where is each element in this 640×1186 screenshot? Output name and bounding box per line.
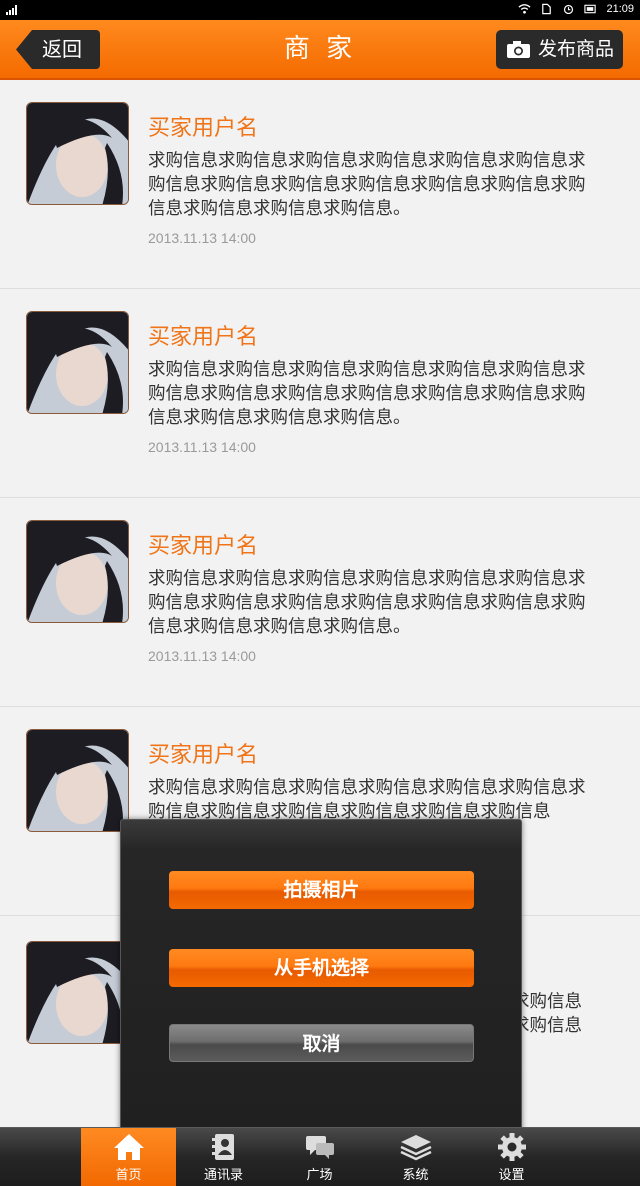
list-item[interactable]: 买家用户名 求购信息求购信息求购信息求购信息求购信息求购信息求购信息求购信息求购…	[0, 289, 640, 498]
buyer-name: 买家用户名	[148, 743, 259, 768]
timestamp: 2013.11.13 14:00	[148, 439, 256, 455]
cancel-button[interactable]: 取消	[169, 1024, 474, 1062]
choose-from-phone-button[interactable]: 从手机选择	[169, 949, 474, 987]
layers-icon	[399, 1135, 432, 1161]
battery-icon	[584, 4, 597, 14]
buyer-name: 买家用户名	[148, 534, 259, 559]
chat-bubbles-icon	[305, 1136, 334, 1159]
tab-system[interactable]: 系统	[368, 1128, 463, 1186]
take-photo-button[interactable]: 拍摄相片	[169, 871, 474, 909]
timestamp: 2013.11.13 14:00	[148, 648, 256, 664]
tab-label: 首页	[115, 1168, 142, 1183]
tab-square[interactable]: 广场	[272, 1128, 367, 1186]
home-icon	[113, 1134, 144, 1160]
request-message: 求购信息求购信息求购信息求购信息求购信息求购信息求购信息求购信息求购信息求购信息…	[148, 778, 586, 822]
alarm-icon	[564, 4, 574, 15]
tab-contacts[interactable]: 通讯录	[176, 1128, 271, 1186]
tab-home[interactable]: 首页	[81, 1128, 176, 1186]
camera-icon	[507, 41, 530, 58]
request-message: 求购信息求购信息求购信息求购信息求购信息求购信息求购信息求购信息求购信息求购信息…	[148, 360, 586, 428]
timestamp: 2013.11.13 14:00	[148, 230, 256, 246]
photo-source-dialog: 拍摄相片 从手机选择 取消	[120, 819, 522, 1139]
avatar	[26, 102, 129, 205]
list-item[interactable]: 买家用户名 求购信息求购信息求购信息求购信息求购信息求购信息求购信息求购信息求购…	[0, 498, 640, 707]
tab-label: 通讯录	[203, 1168, 243, 1183]
contacts-icon	[211, 1134, 234, 1160]
status-bar: 21:09	[0, 0, 640, 20]
buyer-name: 买家用户名	[148, 116, 259, 141]
tab-label: 系统	[402, 1168, 429, 1183]
avatar	[26, 311, 129, 414]
publish-product-button[interactable]: 发布商品	[496, 30, 623, 69]
publish-product-label: 发布商品	[538, 38, 615, 60]
list-item[interactable]: 买家用户名 求购信息求购信息求购信息求购信息求购信息求购信息求购信息求购信息求购…	[0, 80, 640, 289]
buyer-name: 买家用户名	[148, 325, 259, 350]
sim-icon	[542, 3, 552, 15]
bottom-tab-bar: 首页 通讯录 广场 系统 设置	[0, 1127, 640, 1186]
request-message: 求购信息求购信息求购信息求购信息求购信息求购信息求购信息求购信息求购信息求购信息…	[148, 569, 586, 637]
request-message: 求购信息求购信息求购信息求购信息求购信息求购信息求购信息求购信息求购信息求购信息…	[148, 151, 586, 219]
avatar	[26, 729, 129, 832]
tab-settings[interactable]: 设置	[464, 1128, 559, 1186]
gear-icon	[497, 1133, 526, 1161]
avatar	[26, 520, 129, 623]
signal-icon	[6, 5, 20, 15]
tab-label: 广场	[306, 1168, 333, 1183]
top-bar: 返回 商 家 发布商品	[0, 20, 640, 80]
tab-label: 设置	[498, 1168, 525, 1183]
request-message: 求购信息求购信息	[512, 992, 582, 1036]
clock: 21:09	[606, 3, 634, 15]
wifi-icon	[518, 4, 531, 14]
avatar	[26, 941, 129, 1044]
